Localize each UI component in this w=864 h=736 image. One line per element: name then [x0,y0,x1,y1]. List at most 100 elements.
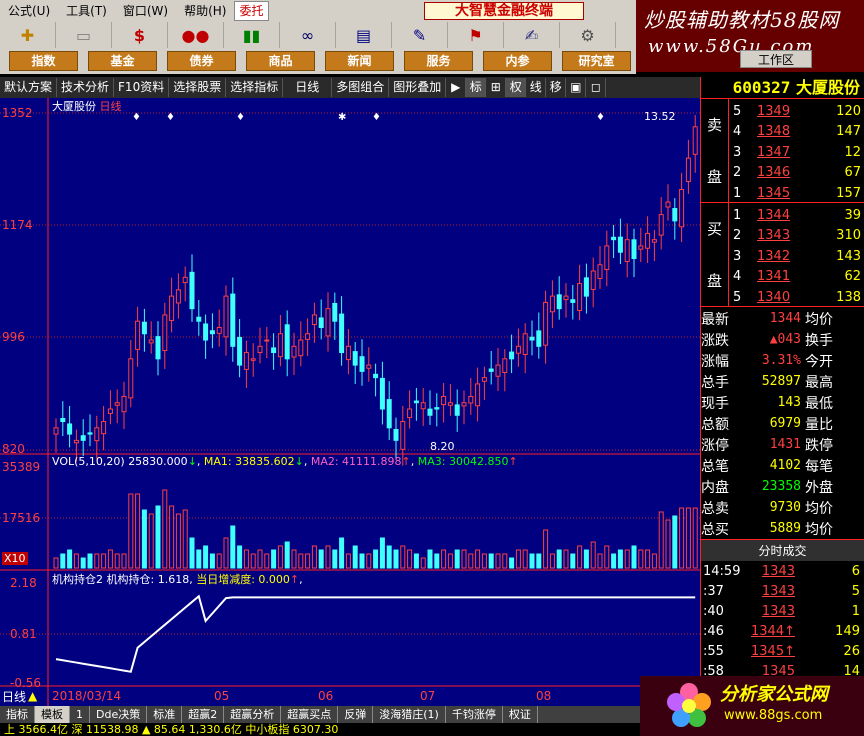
cat-news[interactable]: 新闻 [325,51,394,71]
crosshair-icon[interactable]: ✚ [0,22,56,48]
bars-icon[interactable]: ▮▮ [224,22,280,48]
buy-row[interactable]: 5 1340 138 [733,287,863,307]
scheme-default[interactable]: 默认方案 [0,78,58,97]
f10-info[interactable]: F10资料 [114,78,170,97]
app-title: 大智慧金融终端 [424,2,584,20]
volume-bar [305,553,311,569]
tab-indicator[interactable]: 超赢买点 [281,706,339,723]
menu-tools[interactable]: 工具(T) [58,0,115,22]
tick-title[interactable]: 分时成交 [701,539,864,561]
tick-price: 1343 [761,603,795,619]
cat-insider[interactable]: 内参 [483,51,552,71]
candle-body [529,336,535,341]
stat-label-right: 今开 [805,353,833,370]
workarea-button[interactable]: 工作区 [740,50,812,68]
move-button[interactable]: 移 [546,78,567,97]
volume-bar [481,553,487,569]
binoculars-icon[interactable]: ∞ [280,22,336,48]
tab-indicator[interactable]: 浚海猎庄(1) [373,706,446,723]
cat-fund[interactable]: 基金 [88,51,157,71]
triangle-icon[interactable]: ▲ [28,689,37,703]
tab-indicator[interactable]: 反弹 [338,706,374,723]
cat-research[interactable]: 研究室 [562,51,631,71]
candle-body [284,324,290,360]
candle-body [638,245,644,250]
tech-analysis[interactable]: 技术分析 [57,78,115,97]
candle-body [94,427,100,442]
multi-chart[interactable]: 多图组合 [332,78,390,97]
tab-indicator[interactable]: 指标 [0,706,35,723]
play-icon[interactable]: ▶ [446,78,467,97]
buy-row[interactable]: 3 1342 143 [733,246,863,266]
candle-body [393,428,399,441]
buy-row[interactable]: 4 1341 62 [733,267,863,287]
book-icon[interactable]: ▤ [336,22,392,48]
pen2-icon[interactable]: ✍ [504,22,560,48]
stat-label: 总额 [701,416,729,433]
sell-row[interactable]: 4 1348 147 [733,122,863,142]
volume-bar [209,553,215,569]
sell-row[interactable]: 5 1349 120 [733,101,863,121]
tab-indicator[interactable]: 超赢2 [182,706,225,723]
cat-index[interactable]: 指数 [9,51,78,71]
grid-icon[interactable]: ⊞ [486,78,507,97]
cat-service[interactable]: 服务 [404,51,473,71]
traffic-light-icon[interactable]: ●● [168,22,224,48]
select-indicator[interactable]: 选择指标 [226,78,284,97]
candle-body [162,314,168,352]
candle-body [148,339,154,344]
menu-trade[interactable]: 委托 [234,1,269,21]
tick-row: :37 1343 5 [701,581,864,601]
stock-name-label: 大厦股份 [52,100,96,113]
x-label: 06 [318,689,334,703]
window-icon[interactable]: ▣ [566,78,587,97]
price: 1345 [757,185,791,201]
cat-bond[interactable]: 债券 [167,51,236,71]
buy-row[interactable]: 1 1344 39 [733,205,863,225]
tab-indicator[interactable]: 超赢分析 [224,706,282,723]
candle-body [611,236,617,241]
gear-icon[interactable]: ⚙ [560,22,616,48]
dollar-icon[interactable]: $ [112,22,168,48]
tab-indicator[interactable]: 1 [70,706,90,723]
tab-indicator[interactable]: 模板 [35,706,70,723]
category-bar: 指数 基金 债券 商品 新闻 服务 内参 研究室 [0,48,636,74]
sell-row[interactable]: 3 1347 12 [733,142,863,162]
tab-indicator[interactable]: Dde决策 [90,706,148,723]
price: 1346 [757,165,791,180]
kline-chart[interactable]: ♦ ♦ ♦ ✱ ♦ ♦ 大厦股份 日线 1352 1174 996 820 13… [0,98,700,706]
candle-body [543,301,549,346]
volume-bar [515,549,521,569]
candle-body [73,439,79,444]
pen-icon[interactable]: ✎ [392,22,448,48]
sell-row[interactable]: 1 1345 157 [733,183,863,203]
mark-button[interactable]: 标 [466,78,487,97]
buy-row[interactable]: 2 1343 310 [733,226,863,246]
menu-window[interactable]: 窗口(W) [115,0,176,22]
tab-indicator[interactable]: 标准 [147,706,183,723]
high-annotation: 13.52 [644,110,676,123]
candle-body [339,313,345,354]
sell-row[interactable]: 2 1346 67 [733,163,863,183]
tab-indicator[interactable]: 千钧涨停 [446,706,503,723]
select-stock[interactable]: 选择股票 [169,78,227,97]
candle-body [209,330,215,335]
rights-button[interactable]: 权 [506,78,527,97]
stat-label-right: 最高 [805,374,833,391]
flag-icon[interactable]: ⚑ [448,22,504,48]
cat-commodity[interactable]: 商品 [246,51,315,71]
period-daily[interactable]: 日线 [283,78,333,97]
volume-bar [529,553,535,569]
overlay-chart[interactable]: 图形叠加 [389,78,447,97]
vol-title: VOL(5,10,20) [52,455,125,468]
ruler-icon[interactable]: ▭ [56,22,112,48]
volume-bar [271,549,277,569]
line-button[interactable]: 线 [526,78,547,97]
volume-bar [189,537,195,569]
tab-indicator[interactable]: 权证 [503,706,538,723]
maximize-icon[interactable]: ◻ [586,78,607,97]
menu-formula[interactable]: 公式(U) [0,0,58,22]
watermark-text: 炒股辅助教材58股网 [644,8,840,32]
stat-row: 总额 6979 量比 [701,413,864,434]
menu-help[interactable]: 帮助(H) [176,0,234,22]
